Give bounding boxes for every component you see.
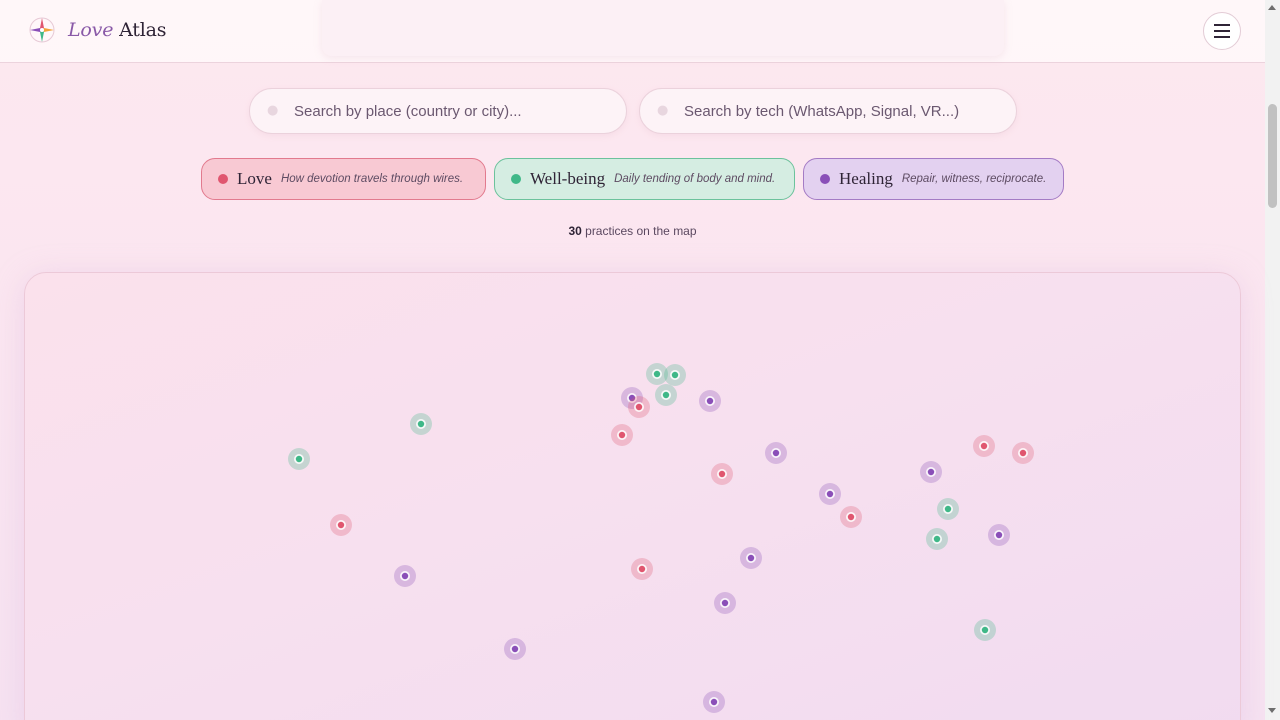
map-marker-healing[interactable] bbox=[504, 638, 526, 660]
menu-button[interactable] bbox=[1203, 12, 1241, 50]
brand-rest: Atlas bbox=[119, 19, 167, 41]
love-dot-icon bbox=[218, 174, 228, 184]
place-search-input[interactable] bbox=[250, 89, 626, 133]
filter-love-name: Love bbox=[237, 169, 272, 188]
map-marker-healing[interactable] bbox=[740, 547, 762, 569]
map-marker-wellbeing[interactable] bbox=[974, 619, 996, 641]
map-marker-wellbeing[interactable] bbox=[664, 364, 686, 386]
filter-healing[interactable]: Healing Repair, witness, reciprocate. bbox=[803, 158, 1064, 200]
map-marker-healing[interactable] bbox=[988, 524, 1010, 546]
practice-map[interactable] bbox=[24, 272, 1241, 720]
map-marker-wellbeing[interactable] bbox=[288, 448, 310, 470]
page-scrollbar[interactable] bbox=[1265, 0, 1280, 720]
map-marker-healing[interactable] bbox=[699, 390, 721, 412]
compass-star-icon[interactable] bbox=[27, 15, 57, 45]
filter-wellbeing[interactable]: Well-being Daily tending of body and min… bbox=[494, 158, 795, 200]
search-icon: ● bbox=[657, 103, 669, 118]
map-marker-healing[interactable] bbox=[819, 483, 841, 505]
brand-name[interactable]: Love Atlas bbox=[68, 19, 166, 41]
healing-dot-icon bbox=[820, 174, 830, 184]
practice-count-suffix: practices on the map bbox=[585, 224, 697, 238]
filter-healing-description: Repair, witness, reciprocate. bbox=[901, 173, 1047, 185]
map-marker-healing[interactable] bbox=[703, 691, 725, 713]
practice-count-number: 30 bbox=[568, 224, 582, 238]
hero-banner-faded bbox=[322, 0, 1004, 56]
map-marker-healing[interactable] bbox=[920, 461, 942, 483]
scroll-up-arrow-icon[interactable] bbox=[1268, 5, 1276, 10]
map-marker-love[interactable] bbox=[330, 514, 352, 536]
filter-love[interactable]: Love How devotion travels through wires. bbox=[201, 158, 486, 200]
search-icon: ● bbox=[267, 103, 279, 118]
map-marker-wellbeing[interactable] bbox=[937, 498, 959, 520]
tech-search-input[interactable] bbox=[640, 89, 1016, 133]
map-marker-love[interactable] bbox=[1012, 442, 1034, 464]
map-marker-wellbeing[interactable] bbox=[926, 528, 948, 550]
map-marker-love[interactable] bbox=[840, 506, 862, 528]
filter-healing-name: Healing bbox=[839, 169, 893, 188]
map-marker-love[interactable] bbox=[973, 435, 995, 457]
top-header: Love Atlas bbox=[0, 0, 1265, 63]
practice-count: 30 practices on the map bbox=[0, 224, 1265, 238]
filter-wellbeing-name: Well-being bbox=[530, 169, 606, 188]
wellbeing-dot-icon bbox=[511, 174, 521, 184]
scroll-down-arrow-icon[interactable] bbox=[1268, 708, 1276, 713]
scrollbar-thumb[interactable] bbox=[1268, 104, 1277, 208]
map-marker-wellbeing[interactable] bbox=[410, 413, 432, 435]
map-marker-love[interactable] bbox=[631, 558, 653, 580]
map-marker-love[interactable] bbox=[711, 463, 733, 485]
filter-love-description: How devotion travels through wires. bbox=[280, 173, 464, 185]
map-marker-healing[interactable] bbox=[714, 592, 736, 614]
brand-accent: Love bbox=[68, 19, 114, 41]
map-marker-love[interactable] bbox=[628, 396, 650, 418]
map-marker-healing[interactable] bbox=[765, 442, 787, 464]
filter-wellbeing-description: Daily tending of body and mind. bbox=[614, 173, 776, 185]
place-search-box: ● bbox=[249, 88, 627, 134]
tech-search-box: ● bbox=[639, 88, 1017, 134]
map-marker-healing[interactable] bbox=[394, 565, 416, 587]
map-marker-love[interactable] bbox=[611, 424, 633, 446]
hamburger-menu-icon bbox=[1214, 24, 1230, 38]
map-marker-wellbeing[interactable] bbox=[655, 384, 677, 406]
map-canvas[interactable] bbox=[25, 273, 1241, 720]
